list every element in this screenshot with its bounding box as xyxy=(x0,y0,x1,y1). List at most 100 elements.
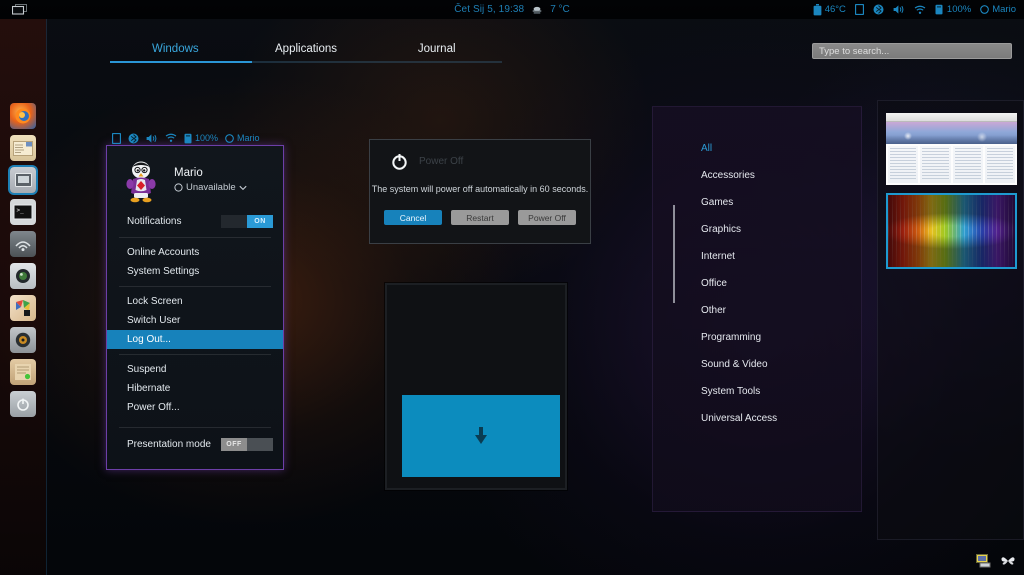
tray-item-battery-temp[interactable]: 46°C xyxy=(813,4,846,16)
display-icon[interactable] xyxy=(975,553,991,569)
menu-divider xyxy=(119,427,271,428)
system-tray: 46°C xyxy=(813,4,1016,16)
menu-divider xyxy=(119,286,271,287)
graphics-icon xyxy=(14,299,32,317)
thumbnail-browser-columns xyxy=(886,144,1017,185)
application-dock: >_ xyxy=(0,19,47,575)
tray-item-wifi[interactable] xyxy=(914,5,926,15)
power-off-button[interactable]: Power Off xyxy=(518,210,576,225)
tray-item-battery[interactable]: 100% xyxy=(935,4,971,15)
dock-item-mail[interactable] xyxy=(10,135,36,161)
menu-item-lock-screen[interactable]: Lock Screen xyxy=(107,292,283,311)
download-arrow-icon xyxy=(473,427,489,445)
menu-item-switch-user[interactable]: Switch User xyxy=(107,311,283,330)
category-universal-access[interactable]: Universal Access xyxy=(701,413,777,424)
tray-label-battery-temp: 46°C xyxy=(825,4,846,15)
butterfly-icon[interactable] xyxy=(1000,553,1016,569)
category-accessories[interactable]: Accessories xyxy=(701,170,755,181)
activities-button[interactable] xyxy=(0,4,38,15)
dock-item-shutdown[interactable] xyxy=(10,391,36,417)
notifications-label: Notifications xyxy=(127,216,221,227)
notifications-toggle-state: ON xyxy=(247,215,273,228)
restart-button[interactable]: Restart xyxy=(451,210,509,225)
window-preview-content xyxy=(402,395,560,477)
presentation-mode-row: Presentation mode OFF xyxy=(107,433,283,455)
cloud-icon xyxy=(531,5,543,15)
user-tray-user[interactable]: Mario xyxy=(225,133,260,143)
dock-item-network[interactable] xyxy=(10,231,36,257)
notifications-toggle[interactable]: ON xyxy=(221,215,273,228)
dock-item-text-editor[interactable] xyxy=(10,359,36,385)
power-off-dialog: Power Off The system will power off auto… xyxy=(369,139,591,244)
tray-item-volume[interactable] xyxy=(893,4,905,15)
menu-item-suspend[interactable]: Suspend xyxy=(107,360,283,379)
window-thumbnail-panel xyxy=(877,100,1024,540)
tab-journal[interactable]: Journal xyxy=(371,38,502,66)
menu-divider xyxy=(119,237,271,238)
network-icon xyxy=(14,236,32,252)
window-preview[interactable] xyxy=(385,283,567,490)
user-status[interactable]: Unavailable xyxy=(174,182,247,193)
menu-item-system-settings[interactable]: System Settings xyxy=(107,262,283,281)
browser-window-thumbnail[interactable] xyxy=(886,113,1017,185)
battery-temp-icon xyxy=(813,4,822,16)
penguin-avatar[interactable] xyxy=(117,156,165,204)
svg-text:>_: >_ xyxy=(17,207,25,214)
bluetooth-icon xyxy=(873,4,884,15)
disc-icon xyxy=(14,331,32,349)
presentation-mode-toggle[interactable]: OFF xyxy=(221,438,273,451)
menu-item-log-out[interactable]: Log Out... xyxy=(107,330,283,349)
notifications-row: Notifications ON xyxy=(107,210,283,232)
files-icon xyxy=(15,173,32,187)
search-placeholder: Type to search... xyxy=(819,46,889,57)
user-menu-panel: Mario Unavailable Notifications ON Onlin… xyxy=(106,145,284,470)
dock-item-graphics[interactable] xyxy=(10,295,36,321)
category-programming[interactable]: Programming xyxy=(701,332,761,343)
category-sound-video[interactable]: Sound & Video xyxy=(701,359,768,370)
mail-icon xyxy=(13,141,33,156)
tab-windows[interactable]: Windows xyxy=(110,38,241,66)
firefox-icon xyxy=(13,106,33,126)
category-system-tools[interactable]: System Tools xyxy=(701,386,760,397)
category-all[interactable]: All xyxy=(701,143,712,154)
dock-item-files[interactable] xyxy=(10,167,36,193)
user-name: Mario xyxy=(174,167,247,179)
bottom-right-tray xyxy=(975,553,1016,569)
document-icon xyxy=(855,4,864,15)
user-tray-battery-label: 100% xyxy=(195,133,218,143)
cancel-button[interactable]: Cancel xyxy=(384,210,442,225)
category-office[interactable]: Office xyxy=(701,278,727,289)
volume-icon[interactable] xyxy=(146,133,158,144)
tab-applications[interactable]: Applications xyxy=(241,38,372,66)
thumbnail-browser-chrome xyxy=(886,113,1017,122)
dock-item-photos[interactable] xyxy=(10,263,36,289)
presentation-mode-toggle-state: OFF xyxy=(221,438,247,451)
windows-overlap-icon xyxy=(12,4,27,15)
menu-item-online-accounts[interactable]: Online Accounts xyxy=(107,243,283,262)
user-menu-tray: 100% Mario xyxy=(106,131,284,145)
category-other[interactable]: Other xyxy=(701,305,726,316)
tab-bar: Windows Applications Journal xyxy=(110,38,502,66)
dialog-buttons: Cancel Restart Power Off xyxy=(370,210,590,225)
dock-item-firefox[interactable] xyxy=(10,103,36,129)
image-viewer-thumbnail[interactable] xyxy=(886,193,1017,269)
category-graphics[interactable]: Graphics xyxy=(701,224,741,235)
document-icon[interactable] xyxy=(112,133,121,144)
bluetooth-icon[interactable] xyxy=(128,133,139,144)
category-games[interactable]: Games xyxy=(701,197,733,208)
tray-item-document[interactable] xyxy=(855,4,864,15)
menu-item-hibernate[interactable]: Hibernate xyxy=(107,379,283,398)
dock-item-media-player[interactable] xyxy=(10,327,36,353)
menu-item-power-off[interactable]: Power Off... xyxy=(107,398,283,417)
dock-item-terminal[interactable]: >_ xyxy=(10,199,36,225)
category-scrollbar[interactable] xyxy=(673,205,675,303)
search-input[interactable]: Type to search... xyxy=(812,43,1012,59)
wifi-icon[interactable] xyxy=(165,133,177,143)
status-circle-icon xyxy=(174,183,183,192)
photos-icon xyxy=(14,267,32,285)
user-status-label: Unavailable xyxy=(186,182,236,193)
category-internet[interactable]: Internet xyxy=(701,251,735,262)
tray-item-bluetooth[interactable] xyxy=(873,4,884,15)
user-tray-battery[interactable]: 100% xyxy=(184,133,218,144)
tray-item-user[interactable]: Mario xyxy=(980,4,1016,15)
